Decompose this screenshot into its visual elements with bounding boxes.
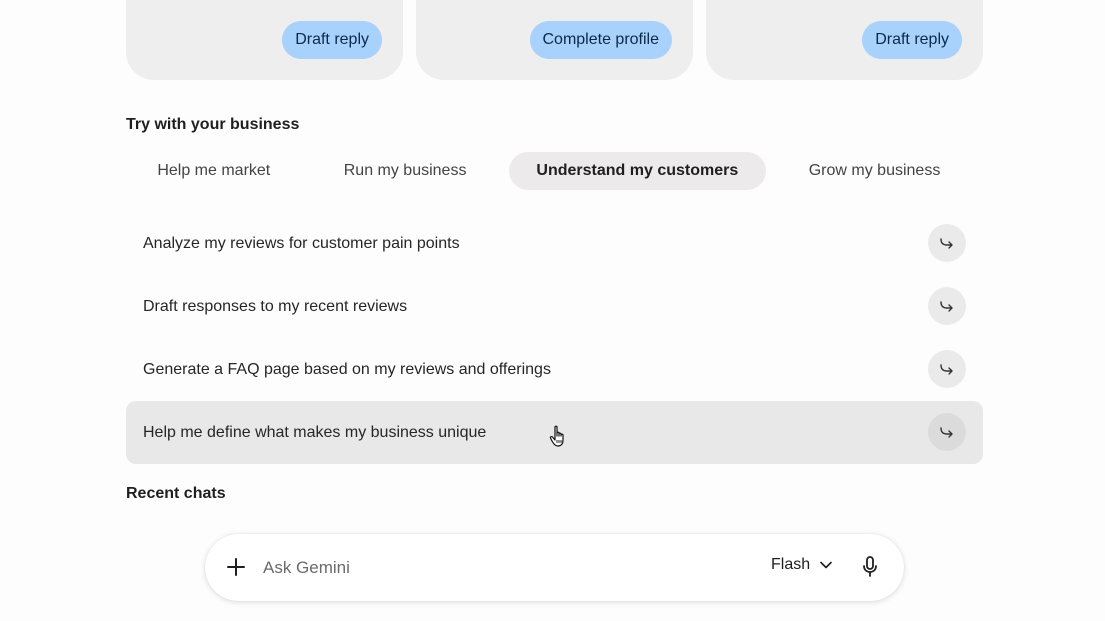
prompt-label: Generate a FAQ page based on my reviews … <box>143 361 551 378</box>
business-tabs: Help me market Run my business Understan… <box>126 152 983 190</box>
reply-arrow-icon[interactable] <box>928 413 966 451</box>
prompt-label: Analyze my reviews for customer pain poi… <box>143 235 460 252</box>
tab-run-my-business[interactable]: Run my business <box>302 152 509 190</box>
model-label: Flash <box>771 556 811 573</box>
reply-arrow-icon[interactable] <box>928 224 966 262</box>
chevron-down-icon <box>820 556 832 574</box>
suggestion-card: Complete profile <box>416 0 693 80</box>
draft-reply-button[interactable]: Draft reply <box>862 21 962 59</box>
prompt-item[interactable]: Generate a FAQ page based on my reviews … <box>126 338 983 401</box>
reply-arrow-icon[interactable] <box>928 287 966 325</box>
suggestion-card: Draft reply <box>706 0 983 80</box>
tab-grow-my-business[interactable]: Grow my business <box>766 152 983 190</box>
tab-understand-my-customers[interactable]: Understand my customers <box>508 152 767 190</box>
prompt-composer: Flash <box>205 534 904 601</box>
ask-gemini-input[interactable] <box>261 552 685 584</box>
hand-pointer-icon <box>549 425 564 447</box>
prompt-item[interactable]: Draft responses to my recent reviews <box>126 275 983 338</box>
plus-icon[interactable] <box>226 557 246 582</box>
prompt-label: Draft responses to my recent reviews <box>143 298 408 315</box>
microphone-icon[interactable] <box>862 556 878 583</box>
prompt-label: Help me define what makes my business un… <box>143 424 487 441</box>
recent-chats-title: Recent chats <box>126 485 226 502</box>
tab-help-me-market[interactable]: Help me market <box>126 152 302 190</box>
model-selector[interactable]: Flash <box>771 556 832 574</box>
complete-profile-button[interactable]: Complete profile <box>529 21 672 59</box>
suggestion-card: Draft reply <box>126 0 403 80</box>
suggestion-cards: Draft reply Complete profile Draft reply <box>126 0 983 80</box>
reply-arrow-icon[interactable] <box>928 350 966 388</box>
draft-reply-button[interactable]: Draft reply <box>282 21 382 59</box>
business-section-title: Try with your business <box>126 116 300 133</box>
prompt-item[interactable]: Analyze my reviews for customer pain poi… <box>126 212 983 275</box>
